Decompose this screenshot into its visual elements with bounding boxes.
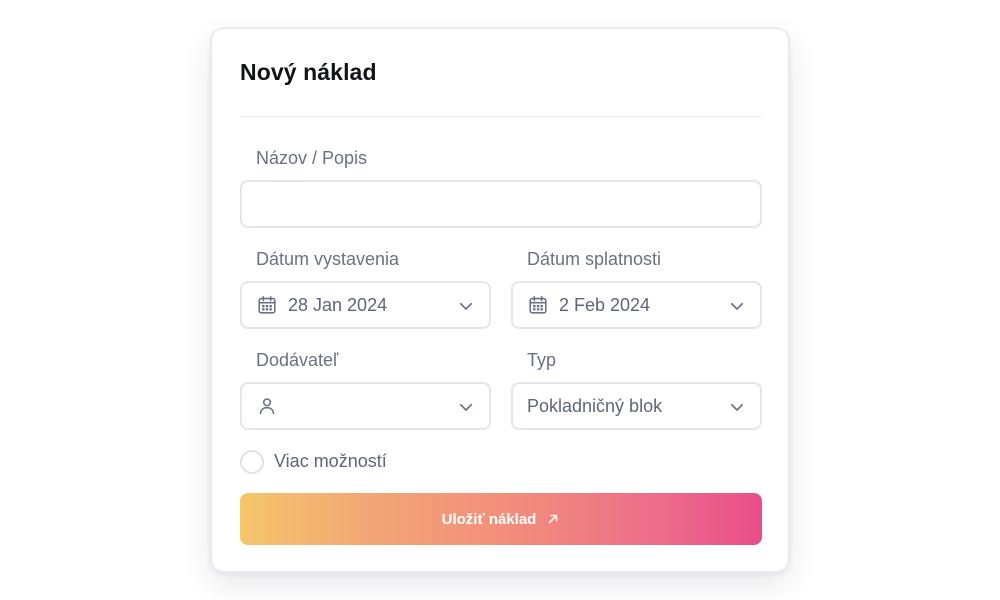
arrow-up-right-icon [549,514,558,524]
chevron-down-icon [730,403,744,411]
type-value: Pokladničný blok [527,396,663,416]
due-date-label: Dátum splatnosti [527,249,662,269]
due-date-value: 2 Feb 2024 [559,295,651,315]
calendar-icon [258,295,276,314]
save-expense-button[interactable]: Uložiť náklad [240,493,762,545]
title-divider [240,116,762,117]
type-label: Typ [527,350,557,370]
chevron-down-icon [730,302,744,310]
due-date-picker[interactable]: 2 Feb 2024 [511,281,762,329]
issue-date-label: Dátum vystavenia [256,249,400,269]
name-input[interactable] [240,180,762,228]
issue-date-value: 28 Jan 2024 [288,295,388,315]
form-title: Nový náklad [240,59,377,85]
user-icon [259,398,275,415]
more-options-label: Viac možností [274,451,387,471]
supplier-label: Dodávateľ [256,350,339,370]
issue-date-picker[interactable]: 28 Jan 2024 [240,281,491,329]
new-expense-card: Nový náklad Názov / Popis Dátum vystaven… [210,27,790,573]
chevron-down-icon [459,302,473,310]
supplier-select[interactable] [240,382,491,430]
more-options-checkbox[interactable] [240,450,264,474]
type-select[interactable]: Pokladničný blok [511,382,762,430]
calendar-icon [529,295,547,314]
save-expense-label: Uložiť náklad [441,510,537,528]
name-label: Názov / Popis [256,148,368,168]
chevron-down-icon [459,403,473,411]
